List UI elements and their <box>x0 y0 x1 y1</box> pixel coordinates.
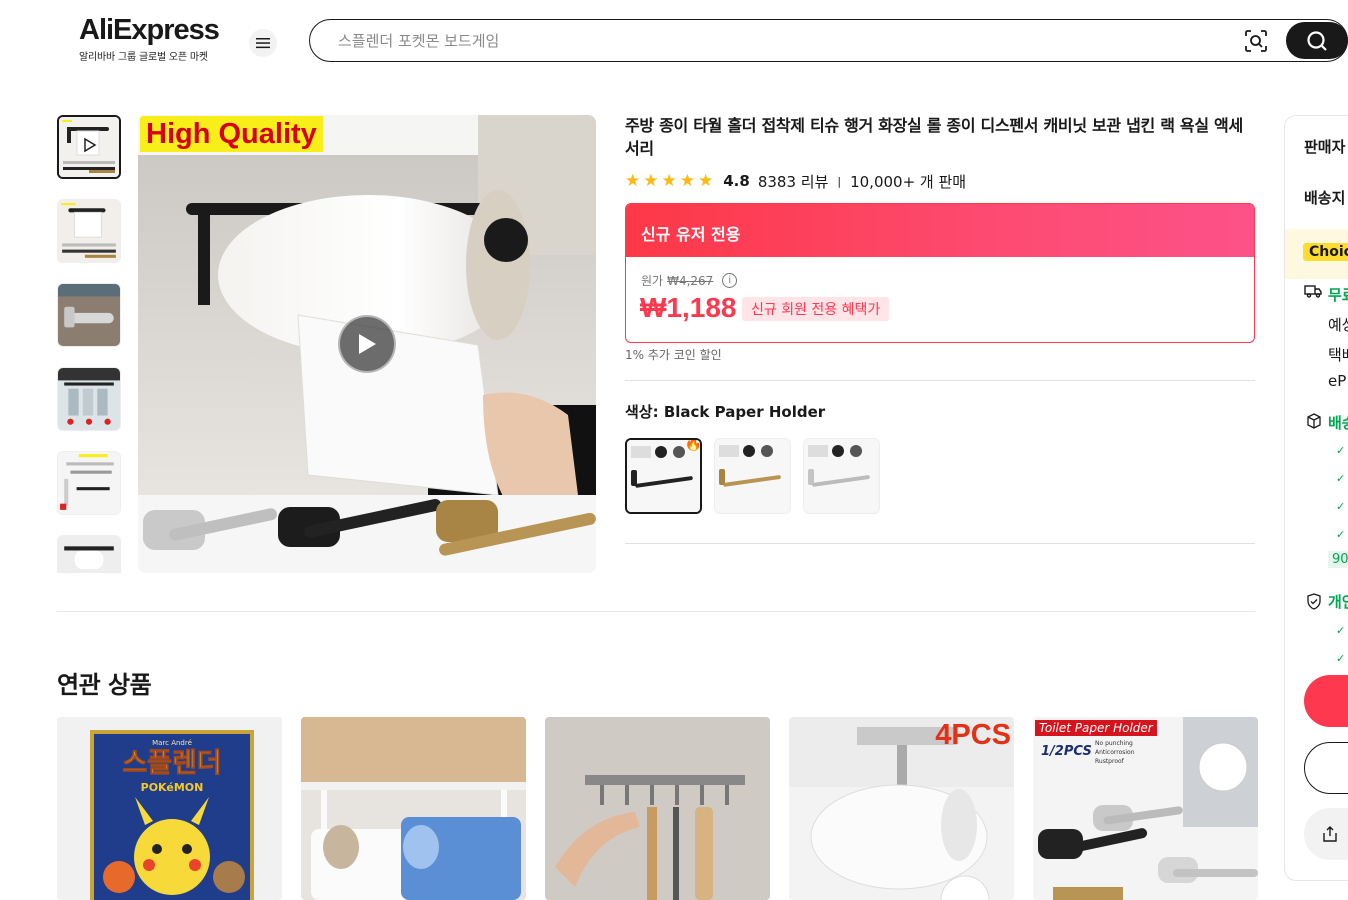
search-icon <box>1307 30 1327 51</box>
buy-now-button[interactable] <box>1304 675 1348 727</box>
features-list: No punching Anticorrosion Rustproof <box>1095 739 1135 766</box>
related-card-toilet-paper[interactable]: Toilet Paper Holder 1/2PCS No punching A… <box>1033 717 1258 900</box>
swatch-gold[interactable] <box>714 438 791 514</box>
toilet-paper-holder-badge: Toilet Paper Holder <box>1035 720 1157 736</box>
estimated-delivery: 예상 <box>1328 316 1348 334</box>
truck-icon <box>1304 284 1322 302</box>
coin-discount-note: 1% 추가 코인 할인 <box>625 348 722 362</box>
separator: | <box>837 174 842 188</box>
check-icon: ✓ <box>1336 528 1346 541</box>
check-icon: ✓ <box>1336 652 1346 665</box>
purchase-side-panel: 판매자 배송지 Choice 무료 예상 택배 eP 배송 ✓ ✓ ✓ ✓ 90… <box>1284 115 1348 881</box>
check-icon: ✓ <box>1336 624 1346 637</box>
color-label: 색상: Black Paper Holder <box>625 403 826 421</box>
play-video-button[interactable] <box>338 315 396 373</box>
courier-label: 택배 <box>1328 346 1348 364</box>
original-price-row: 원가 ₩4,267 i <box>641 272 738 289</box>
card1-author: Marc André <box>152 739 192 747</box>
thumbnail-6[interactable] <box>57 535 121 573</box>
share-button[interactable] <box>1304 808 1348 860</box>
main-product-image[interactable]: High Quality <box>138 115 596 573</box>
seller-label[interactable]: 판매자 <box>1304 136 1345 157</box>
info-icon[interactable]: i <box>722 273 738 288</box>
rating-value: 4.8 <box>723 172 750 190</box>
star-icon: ★ <box>661 171 677 191</box>
hot-icon: 🔥 <box>684 438 702 452</box>
color-swatches: 🔥 <box>625 438 880 514</box>
review-count[interactable]: 8383 리뷰 <box>758 171 829 192</box>
4pcs-badge: 4PCS <box>935 719 1011 751</box>
aliexpress-logo[interactable]: AliExpress 알리바바 그룹 글로벌 오픈 마켓 <box>79 14 229 63</box>
star-icon: ★ <box>625 171 641 191</box>
divider <box>625 380 1255 381</box>
shipping-to-label[interactable]: 배송지 <box>1304 187 1345 208</box>
original-price: ₩4,267 <box>667 273 714 288</box>
logo-text: AliExpress <box>79 14 220 46</box>
search-bar <box>309 19 1348 62</box>
related-card-splendor[interactable]: Marc André 스플렌더 POKéMON <box>57 717 282 900</box>
check-icon: ✓ <box>1336 472 1346 485</box>
thumbnail-4[interactable] <box>57 367 121 431</box>
share-icon <box>1323 826 1337 842</box>
high-quality-badge: High Quality <box>140 116 323 152</box>
divider <box>625 543 1255 544</box>
add-to-cart-button[interactable] <box>1304 742 1348 794</box>
delivery-guarantee-label: 배송 <box>1328 414 1348 432</box>
thumbnail-5[interactable] <box>57 451 121 515</box>
price-tag-badge: 신규 회원 전용 혜택가 <box>742 297 890 321</box>
sold-count: 10,000+ 개 판매 <box>850 172 967 191</box>
free-shipping-label: 무료 <box>1328 286 1348 304</box>
thumbnail-2[interactable] <box>57 199 121 263</box>
epacket-label: eP <box>1328 372 1347 390</box>
feature-item: Rustproof <box>1095 758 1124 765</box>
image-search-icon[interactable] <box>1244 29 1268 53</box>
related-card-4pcs[interactable]: 4PCS <box>789 717 1014 900</box>
related-card-under-cabinet[interactable] <box>301 717 526 900</box>
menu-icon[interactable] <box>249 29 277 57</box>
swatch-black[interactable]: 🔥 <box>625 438 702 514</box>
card1-pokemon: POKéMON <box>141 781 204 794</box>
feature-item: Anticorrosion <box>1095 749 1135 756</box>
thumbnail-3[interactable] <box>57 283 121 347</box>
related-products-grid: Marc André 스플렌더 POKéMON 4PCS Toilet Pape… <box>57 717 1258 900</box>
divider <box>57 611 1255 612</box>
sale-price: ₩1,188 <box>640 292 737 323</box>
related-card-hook-rack[interactable] <box>545 717 770 900</box>
1-2pcs-badge: 1/2PCS <box>1041 744 1092 759</box>
thumbnail-list <box>57 115 123 573</box>
rating-row: ★ ★ ★ ★ ★ 4.8 8383 리뷰 | 10,000+ 개 판매 <box>625 170 966 192</box>
star-icon: ★ <box>679 171 695 191</box>
package-icon <box>1306 413 1322 433</box>
related-products-title: 연관 상품 <box>57 671 152 699</box>
check-icon: ✓ <box>1336 444 1346 457</box>
promo-title: 신규 유저 전용 <box>626 204 1254 257</box>
feature-item: No punching <box>1095 740 1133 747</box>
star-icon: ★ <box>698 171 714 191</box>
search-input[interactable] <box>338 30 1218 52</box>
thumbnail-video[interactable] <box>57 115 121 179</box>
play-icon <box>359 334 376 354</box>
privacy-label: 개인 <box>1328 593 1348 611</box>
choice-badge: Choice <box>1303 243 1348 261</box>
shield-icon <box>1306 593 1322 614</box>
logo-tagline: 알리바바 그룹 글로벌 오픈 마켓 <box>79 52 208 63</box>
swatch-silver[interactable] <box>803 438 880 514</box>
rating-stars: ★ ★ ★ ★ ★ <box>625 172 713 190</box>
new-user-promo-box: 신규 유저 전용 원가 ₩4,267 i ₩1,188 신규 회원 전용 혜택가 <box>625 203 1255 343</box>
original-price-label: 원가 <box>641 274 664 288</box>
90-day-badge: 90 <box>1328 551 1348 568</box>
product-title: 주방 종이 타월 홀더 접착제 티슈 행거 화장실 롤 종이 디스펜서 캐비닛 … <box>625 116 1243 158</box>
search-button[interactable] <box>1286 22 1348 59</box>
check-icon: ✓ <box>1336 500 1346 513</box>
star-icon: ★ <box>643 171 659 191</box>
card1-title: 스플렌더 <box>122 748 221 779</box>
